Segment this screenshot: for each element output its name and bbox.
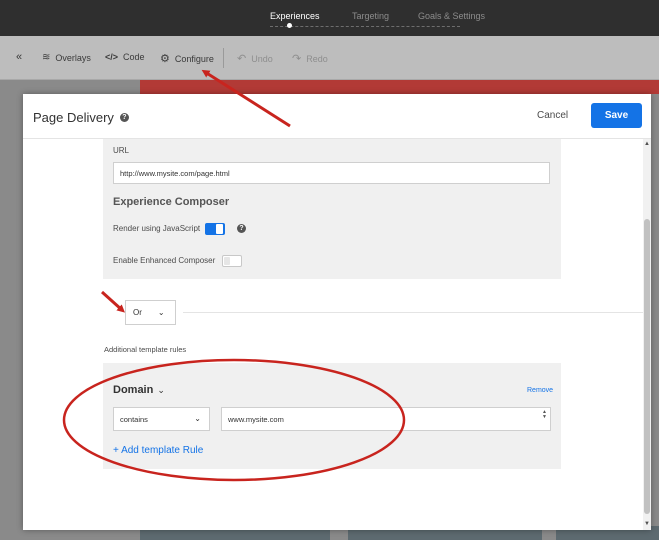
help-icon[interactable]: ? bbox=[237, 224, 246, 233]
enhanced-composer-label: Enable Enhanced Composer bbox=[113, 256, 216, 265]
configure-button[interactable]: ⚙ Configure bbox=[160, 52, 214, 65]
dialog-body: URL http://www.mysite.com/page.html Expe… bbox=[23, 139, 651, 530]
toolbar-divider bbox=[223, 48, 224, 68]
url-input[interactable]: http://www.mysite.com/page.html bbox=[113, 162, 550, 184]
rule-field-select[interactable]: Domain ⌄ bbox=[113, 384, 165, 396]
code-button[interactable]: </> Code bbox=[105, 52, 145, 62]
scroll-up-icon[interactable]: ▲ bbox=[644, 141, 650, 147]
undo-icon: ↶ bbox=[237, 53, 247, 65]
render-js-toggle[interactable] bbox=[205, 223, 225, 235]
undo-button[interactable]: ↶ Undo bbox=[237, 52, 273, 65]
experience-composer-heading: Experience Composer bbox=[113, 196, 230, 208]
step-experiences[interactable]: Experiences bbox=[270, 11, 320, 21]
code-icon: </> bbox=[105, 52, 119, 62]
workflow-steps: Experiences Targeting Goals & Settings bbox=[0, 11, 659, 25]
url-label: URL bbox=[113, 146, 130, 155]
step-progress-dot bbox=[287, 23, 292, 28]
layers-icon: ≋ bbox=[42, 52, 51, 63]
redo-icon: ↷ bbox=[292, 53, 302, 65]
gear-icon: ⚙ bbox=[160, 53, 170, 65]
redo-button[interactable]: ↷ Redo bbox=[292, 52, 328, 65]
double-chevron-left-icon[interactable]: « bbox=[16, 51, 22, 63]
chevron-down-icon: ⌄ bbox=[157, 384, 165, 395]
top-nav-bar: Experiences Targeting Goals & Settings bbox=[0, 0, 659, 36]
help-icon[interactable]: ? bbox=[119, 113, 129, 122]
url-settings-panel: URL http://www.mysite.com/page.html Expe… bbox=[103, 139, 561, 279]
toggle-knob bbox=[224, 257, 230, 265]
background-banner bbox=[140, 80, 659, 94]
scroll-down-icon[interactable]: ▼ bbox=[644, 521, 650, 527]
enhanced-composer-toggle[interactable] bbox=[222, 255, 242, 267]
step-targeting[interactable]: Targeting bbox=[352, 11, 389, 21]
resize-stepper-icon[interactable]: ▲ ▼ bbox=[542, 410, 547, 420]
step-goals-settings[interactable]: Goals & Settings bbox=[418, 11, 485, 21]
overlays-button[interactable]: ≋ Overlays bbox=[42, 52, 91, 63]
step-progress-track bbox=[270, 26, 460, 27]
chevron-down-icon: ⌄ bbox=[157, 308, 165, 317]
template-rule-panel: Domain ⌄ Remove contains ⌄ www.mysite.co… bbox=[103, 363, 561, 469]
render-js-label: Render using JavaScript bbox=[113, 224, 201, 233]
add-template-rule-link[interactable]: + Add template Rule bbox=[113, 445, 203, 456]
additional-rules-label: Additional template rules bbox=[104, 345, 187, 354]
toggle-knob bbox=[216, 224, 223, 234]
or-select[interactable]: Or ⌄ bbox=[125, 300, 176, 325]
save-button[interactable]: Save bbox=[591, 103, 642, 128]
or-divider bbox=[183, 312, 643, 313]
scrollbar-thumb[interactable] bbox=[644, 219, 650, 514]
cancel-button[interactable]: Cancel bbox=[537, 110, 568, 121]
dialog-title: Page Delivery ? bbox=[33, 110, 129, 125]
rule-value-input[interactable]: www.mysite.com ▲ ▼ bbox=[221, 407, 551, 431]
operator-select[interactable]: contains ⌄ bbox=[113, 407, 210, 431]
remove-rule-link[interactable]: Remove bbox=[527, 387, 553, 394]
page-delivery-dialog: Page Delivery ? Cancel Save URL http://w… bbox=[23, 94, 651, 530]
chevron-down-icon: ⌄ bbox=[194, 414, 201, 423]
editor-toolbar: « ≋ Overlays </> Code ⚙ Configure ↶ Undo… bbox=[0, 36, 659, 80]
